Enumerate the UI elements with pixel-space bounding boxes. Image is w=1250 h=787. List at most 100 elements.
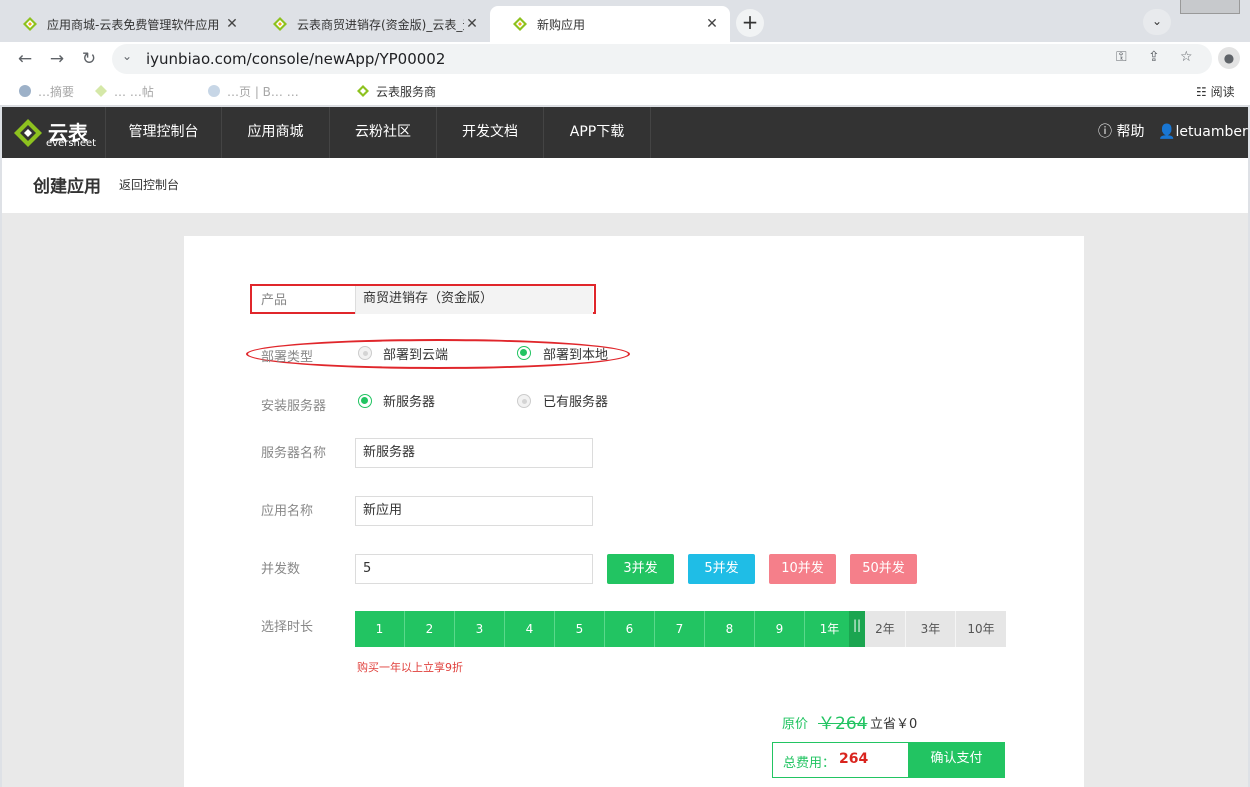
confirm-pay-button[interactable]: 确认支付 xyxy=(908,742,1005,778)
tab-title: 新购应用 xyxy=(537,17,586,32)
product-label: 产品 xyxy=(261,293,288,308)
deploy-cloud-radio[interactable] xyxy=(358,346,372,360)
reading-list-button[interactable]: ☷ 阅读 xyxy=(1196,83,1235,100)
total-fee-box: 总费用： 264 xyxy=(772,742,909,778)
tab-title: 应用商城-云表免费管理软件应用 xyxy=(47,17,220,32)
forward-arrow-icon[interactable]: → xyxy=(44,46,70,72)
nav-community[interactable]: 云粉社区 xyxy=(330,107,437,158)
page-title: 创建应用 xyxy=(33,177,101,197)
duration-cell[interactable]: 9 xyxy=(755,611,805,647)
nav-docs[interactable]: 开发文档 xyxy=(437,107,544,158)
nav-app-download[interactable]: APP下载 xyxy=(544,107,651,158)
preset-50-button[interactable]: 50并发 xyxy=(850,554,917,584)
tab-close-icon[interactable]: ✕ xyxy=(224,16,240,32)
duration-cell[interactable]: 1 xyxy=(355,611,405,647)
duration-cell[interactable]: 5 xyxy=(555,611,605,647)
address-bar[interactable]: ⌄ iyunbiao.com/console/newApp/YP00002 ⚿ … xyxy=(112,44,1212,74)
page-header: 创建应用 返回控制台 xyxy=(2,158,1248,213)
create-app-form: 产品 商贸进销存（资金版） 部署类型 部署到云端 部署到本地 安装服务器 新服务… xyxy=(184,236,1084,787)
help-question-icon: ⓘ xyxy=(1098,124,1117,140)
window-controls[interactable] xyxy=(1180,0,1240,14)
duration-cell[interactable]: 8 xyxy=(705,611,755,647)
original-price-value: ￥264 xyxy=(818,714,868,734)
product-field: 商贸进销存（资金版） xyxy=(355,286,593,314)
preset-5-button[interactable]: 5并发 xyxy=(688,554,755,584)
tab-close-icon[interactable]: ✕ xyxy=(464,16,480,32)
web-page: 云表 eversheet 管理控制台 应用商城 云粉社区 开发文档 APP下载 … xyxy=(2,107,1248,787)
duration-cell[interactable]: 4 xyxy=(505,611,555,647)
new-tab-plus-icon[interactable]: + xyxy=(736,9,764,37)
total-fee-label: 总费用： xyxy=(783,756,836,771)
site-info-chevron-icon[interactable]: ⌄ xyxy=(122,49,132,63)
new-server-radio[interactable] xyxy=(358,394,372,408)
bookmark-star-icon[interactable]: ☆ xyxy=(1180,49,1193,65)
deploy-type-label: 部署类型 xyxy=(261,350,314,365)
deploy-local-radio[interactable] xyxy=(517,346,531,360)
duration-cell[interactable]: 3 xyxy=(455,611,505,647)
eversheet-favicon-icon xyxy=(23,17,37,31)
browser-toolbar: ← → ↻ ⌄ iyunbiao.com/console/newApp/YP00… xyxy=(0,42,1250,76)
tab-close-icon[interactable]: ✕ xyxy=(704,16,720,32)
browser-tab-new-app[interactable]: 新购应用 ✕ xyxy=(490,6,730,42)
profile-avatar-icon[interactable]: ● xyxy=(1218,47,1240,69)
preset-3-button[interactable]: 3并发 xyxy=(607,554,674,584)
bookmark-favicon-icon xyxy=(19,85,31,97)
duration-cell[interactable]: 7 xyxy=(655,611,705,647)
site-navbar: 云表 eversheet 管理控制台 应用商城 云粉社区 开发文档 APP下载 … xyxy=(2,107,1248,158)
brand-subtitle: eversheet xyxy=(46,138,97,149)
share-icon[interactable]: ⇪ xyxy=(1148,49,1160,65)
bookmark-item[interactable]: …页 | B… … xyxy=(207,83,299,100)
eversheet-logo-icon xyxy=(14,119,42,147)
deploy-local-label[interactable]: 部署到本地 xyxy=(543,344,608,363)
duration-cell[interactable]: 3年 xyxy=(906,611,956,647)
app-name-label: 应用名称 xyxy=(261,504,314,519)
server-name-input[interactable]: 新服务器 xyxy=(355,438,593,468)
duration-cell-selected[interactable]: 1年 xyxy=(805,611,855,647)
address-url[interactable]: iyunbiao.com/console/newApp/YP00002 xyxy=(146,50,445,68)
duration-cell[interactable]: 10年 xyxy=(956,611,1006,647)
browser-tab-app-store[interactable]: 应用商城-云表免费管理软件应用 ✕ xyxy=(0,6,250,42)
tab-title: 云表商贸进销存(资金版)_云表_无 xyxy=(297,17,464,32)
duration-cell[interactable]: 6 xyxy=(605,611,655,647)
help-link[interactable]: ⓘ 帮助 xyxy=(1098,107,1144,158)
savings-text: 立省￥0 xyxy=(870,717,918,732)
duration-cell[interactable]: 2年 xyxy=(865,611,906,647)
duration-label: 选择时长 xyxy=(261,620,314,635)
nav-app-store[interactable]: 应用商城 xyxy=(222,107,330,158)
total-fee-value: 264 xyxy=(839,751,869,767)
browser-tabstrip: 应用商城-云表免费管理软件应用 ✕ 云表商贸进销存(资金版)_云表_无 ✕ 新购… xyxy=(0,0,1250,42)
eversheet-favicon-icon xyxy=(357,85,369,97)
nav-console[interactable]: 管理控制台 xyxy=(105,107,222,158)
bookmark-item-yunbiao[interactable]: 云表服务商 xyxy=(356,83,436,100)
deploy-cloud-label[interactable]: 部署到云端 xyxy=(383,344,448,363)
bookmarks-bar: …摘要 … …帖 …页 | B… … 云表服务商 ☷ 阅读 xyxy=(0,76,1250,106)
duration-cell[interactable]: 2 xyxy=(405,611,455,647)
eversheet-favicon-icon xyxy=(273,17,287,31)
user-icon: 👤 xyxy=(1158,124,1176,140)
duration-discount-hint: 购买一年以上立享9折 xyxy=(357,661,463,674)
tab-search-chevron-icon[interactable]: ⌄ xyxy=(1143,9,1171,35)
user-menu[interactable]: 👤letuamber xyxy=(1158,107,1248,158)
concurrency-label: 并发数 xyxy=(261,562,301,577)
bookmark-favicon-icon xyxy=(208,85,220,97)
reading-list-icon: ☷ xyxy=(1196,85,1211,99)
concurrency-input[interactable]: 5 xyxy=(355,554,593,584)
original-price-label: 原价 xyxy=(782,717,809,732)
back-arrow-icon[interactable]: ← xyxy=(12,46,38,72)
preset-10-button[interactable]: 10并发 xyxy=(769,554,836,584)
key-icon[interactable]: ⚿ xyxy=(1116,49,1127,65)
existing-server-radio[interactable] xyxy=(517,394,531,408)
app-name-input[interactable]: 新应用 xyxy=(355,496,593,526)
existing-server-label[interactable]: 已有服务器 xyxy=(543,391,608,410)
duration-slider-handle[interactable]: || xyxy=(849,611,865,647)
back-to-console-link[interactable]: 返回控制台 xyxy=(119,176,179,193)
reload-icon[interactable]: ↻ xyxy=(76,46,102,72)
eversheet-favicon-icon xyxy=(513,17,527,31)
site-logo[interactable]: 云表 eversheet xyxy=(12,115,102,151)
bookmark-favicon-icon xyxy=(95,85,107,97)
new-server-label[interactable]: 新服务器 xyxy=(383,391,435,410)
duration-selector[interactable]: 1 2 3 4 5 6 7 8 9 1年 || 2年 3年 10年 xyxy=(355,611,1006,647)
browser-tab-product[interactable]: 云表商贸进销存(资金版)_云表_无 ✕ xyxy=(250,6,490,42)
bookmark-item[interactable]: …摘要 xyxy=(18,83,74,100)
bookmark-item[interactable]: … …帖 xyxy=(94,83,154,100)
